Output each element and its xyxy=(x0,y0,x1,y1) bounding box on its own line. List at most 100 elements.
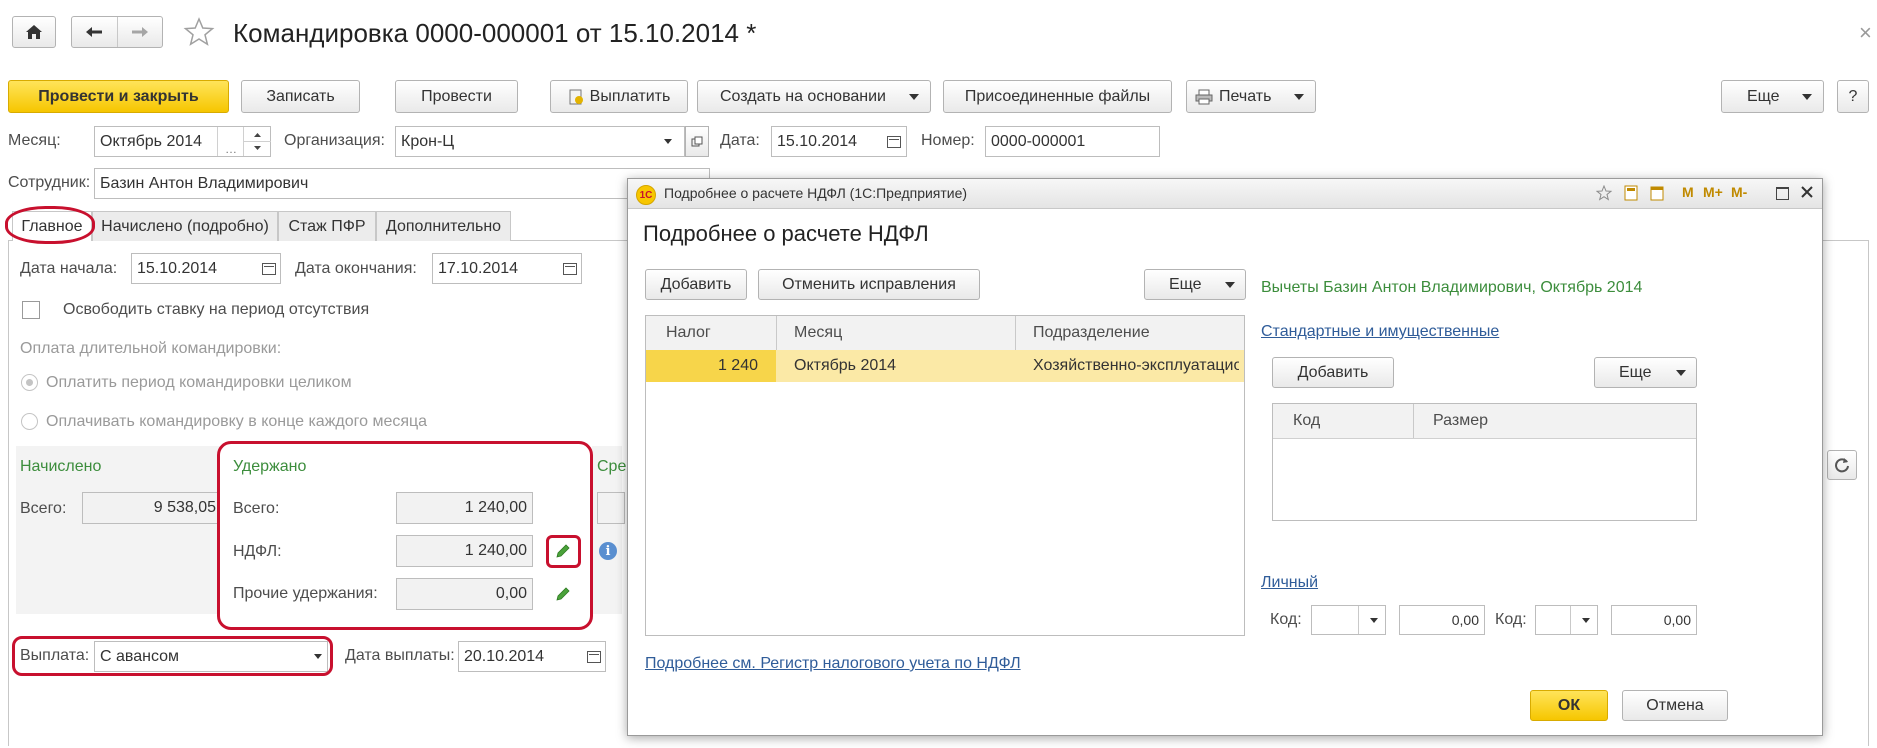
favorite-star-icon[interactable] xyxy=(183,16,215,48)
cell-month: Октябрь 2014 xyxy=(794,357,897,374)
employee-input[interactable]: Базин Антон Владимирович xyxy=(94,168,710,199)
end-date-input[interactable]: 17.10.2014 xyxy=(432,253,582,284)
organization-input[interactable]: Крон-Ц xyxy=(395,126,685,157)
select-divider xyxy=(1358,606,1359,634)
tab-pfr-experience[interactable]: Стаж ПФР xyxy=(278,211,376,241)
month-label: Месяц: xyxy=(8,132,61,149)
tab-accrued-detailed[interactable]: Начислено (подробно) xyxy=(92,211,278,241)
dialog-heading: Подробнее о расчете НДФЛ xyxy=(643,221,929,246)
chevron-down-icon[interactable] xyxy=(1582,618,1590,623)
more-label: Еще xyxy=(1747,87,1780,105)
payout-date-value: 20.10.2014 xyxy=(464,647,545,665)
employee-label: Сотрудник: xyxy=(8,174,91,191)
number-input[interactable]: 0000-000001 xyxy=(985,126,1160,157)
post-and-close-button[interactable]: Провести и закрыть xyxy=(8,80,229,113)
free-rate-checkbox[interactable] xyxy=(22,301,40,319)
ok-button[interactable]: ОК xyxy=(1530,690,1608,721)
more-label: Еще xyxy=(1619,363,1652,381)
payment-doc-icon xyxy=(569,89,583,104)
tab-additional[interactable]: Дополнительно xyxy=(376,211,511,241)
tab-main-highlight xyxy=(5,206,95,244)
post-button[interactable]: Провести xyxy=(395,80,518,113)
home-icon xyxy=(26,25,42,39)
back-arrow-icon[interactable] xyxy=(72,17,118,47)
calendar-icon[interactable] xyxy=(587,651,601,663)
register-link[interactable]: Подробнее см. Регистр налогового учета п… xyxy=(645,655,1021,673)
help-button[interactable]: ? xyxy=(1837,80,1869,113)
radio-pay-whole-label: Оплатить период командировки целиком xyxy=(46,374,352,391)
print-label: Печать xyxy=(1219,87,1272,105)
more-deduction-button[interactable]: Еще xyxy=(1594,357,1697,388)
code2-amount[interactable]: 0,00 xyxy=(1611,605,1697,635)
favorite-star-icon[interactable] xyxy=(1596,185,1612,201)
forward-arrow-icon[interactable] xyxy=(118,17,163,47)
close-icon[interactable]: × xyxy=(1859,20,1872,46)
maximize-icon[interactable] xyxy=(1776,187,1789,200)
long-trip-label: Оплата длительной командировки: xyxy=(20,340,282,357)
col-header-department[interactable]: Подразделение xyxy=(1033,316,1150,350)
chevron-down-icon xyxy=(1225,282,1235,288)
window-title: Командировка 0000-000001 от 15.10.2014 * xyxy=(233,18,757,48)
code1-amount[interactable]: 0,00 xyxy=(1399,605,1485,635)
attached-files-button[interactable]: Присоединенные файлы xyxy=(943,80,1172,113)
printer-icon xyxy=(1195,89,1213,104)
more-button[interactable]: Еще xyxy=(1721,80,1824,113)
add-button[interactable]: Добавить xyxy=(645,269,747,300)
cancel-button[interactable]: Отмена xyxy=(1622,690,1728,721)
col-header-tax[interactable]: Налог xyxy=(666,316,711,350)
dialog-window-title: Подробнее о расчете НДФЛ (1С:Предприятие… xyxy=(664,185,968,201)
create-based-on-label: Создать на основании xyxy=(720,87,886,105)
memory-m-icon[interactable]: M xyxy=(1682,184,1694,200)
pay-button[interactable]: Выплатить xyxy=(550,80,688,113)
chevron-down-icon xyxy=(909,94,919,100)
radio-pay-monthly[interactable] xyxy=(21,413,38,430)
payout-date-input[interactable]: 20.10.2014 xyxy=(458,641,606,672)
cancel-corrections-button[interactable]: Отменить исправления xyxy=(758,269,980,300)
memory-mminus-icon[interactable]: M- xyxy=(1731,184,1747,200)
calendar-icon[interactable] xyxy=(262,263,276,275)
pay-label: Выплатить xyxy=(589,87,671,105)
code1-amount-value: 0,00 xyxy=(1451,612,1479,628)
payout-date-label: Дата выплаты: xyxy=(345,647,455,664)
save-button[interactable]: Записать xyxy=(241,80,360,113)
free-rate-label: Освободить ставку на период отсутствия xyxy=(63,301,370,318)
month-spin-button[interactable] xyxy=(243,127,271,156)
number-value: 0000-000001 xyxy=(991,132,1086,150)
month-select-button[interactable]: … xyxy=(217,127,244,156)
calculator-icon[interactable] xyxy=(1624,185,1638,201)
radio-pay-whole[interactable] xyxy=(21,374,38,391)
month-value: Октябрь 2014 xyxy=(100,132,203,150)
standard-deductions-link[interactable]: Стандартные и имущественные xyxy=(1261,323,1499,341)
calendar-icon[interactable] xyxy=(887,136,901,148)
personal-deduction-link[interactable]: Личный xyxy=(1261,574,1318,592)
col-divider xyxy=(1015,316,1016,350)
calendar-icon[interactable] xyxy=(563,263,577,275)
close-icon[interactable] xyxy=(1801,186,1813,198)
print-button[interactable]: Печать xyxy=(1186,80,1316,113)
col-divider xyxy=(776,316,777,350)
refresh-icon xyxy=(1835,458,1849,473)
chevron-down-icon[interactable] xyxy=(664,139,672,144)
add-deduction-button[interactable]: Добавить xyxy=(1272,357,1394,388)
col-header-code[interactable]: Код xyxy=(1293,404,1320,438)
payout-highlight xyxy=(12,636,333,676)
col-header-month[interactable]: Месяц xyxy=(794,316,842,350)
refresh-button[interactable] xyxy=(1827,450,1857,480)
more-button[interactable]: Еще xyxy=(1144,269,1246,300)
average-field-fragment xyxy=(597,492,625,524)
code1-label: Код: xyxy=(1270,611,1302,628)
col-header-amount[interactable]: Размер xyxy=(1433,404,1488,438)
create-based-on-button[interactable]: Создать на основании xyxy=(697,80,931,113)
home-button[interactable] xyxy=(12,16,56,48)
calendar-small-icon[interactable] xyxy=(1650,185,1664,201)
accrued-total-field: 9 538,05 xyxy=(82,492,222,524)
date-value: 15.10.2014 xyxy=(777,132,858,150)
date-label: Дата: xyxy=(720,132,760,149)
chevron-down-icon[interactable] xyxy=(1370,618,1378,623)
open-org-button[interactable] xyxy=(685,126,709,157)
memory-mplus-icon[interactable]: M+ xyxy=(1703,184,1723,200)
ndfl-table: Налог Месяц Подразделение 1 240 Октябрь … xyxy=(645,315,1245,636)
start-date-input[interactable]: 15.10.2014 xyxy=(131,253,281,284)
select-divider xyxy=(1570,606,1571,634)
ndfl-info-icon[interactable]: i xyxy=(599,542,617,560)
